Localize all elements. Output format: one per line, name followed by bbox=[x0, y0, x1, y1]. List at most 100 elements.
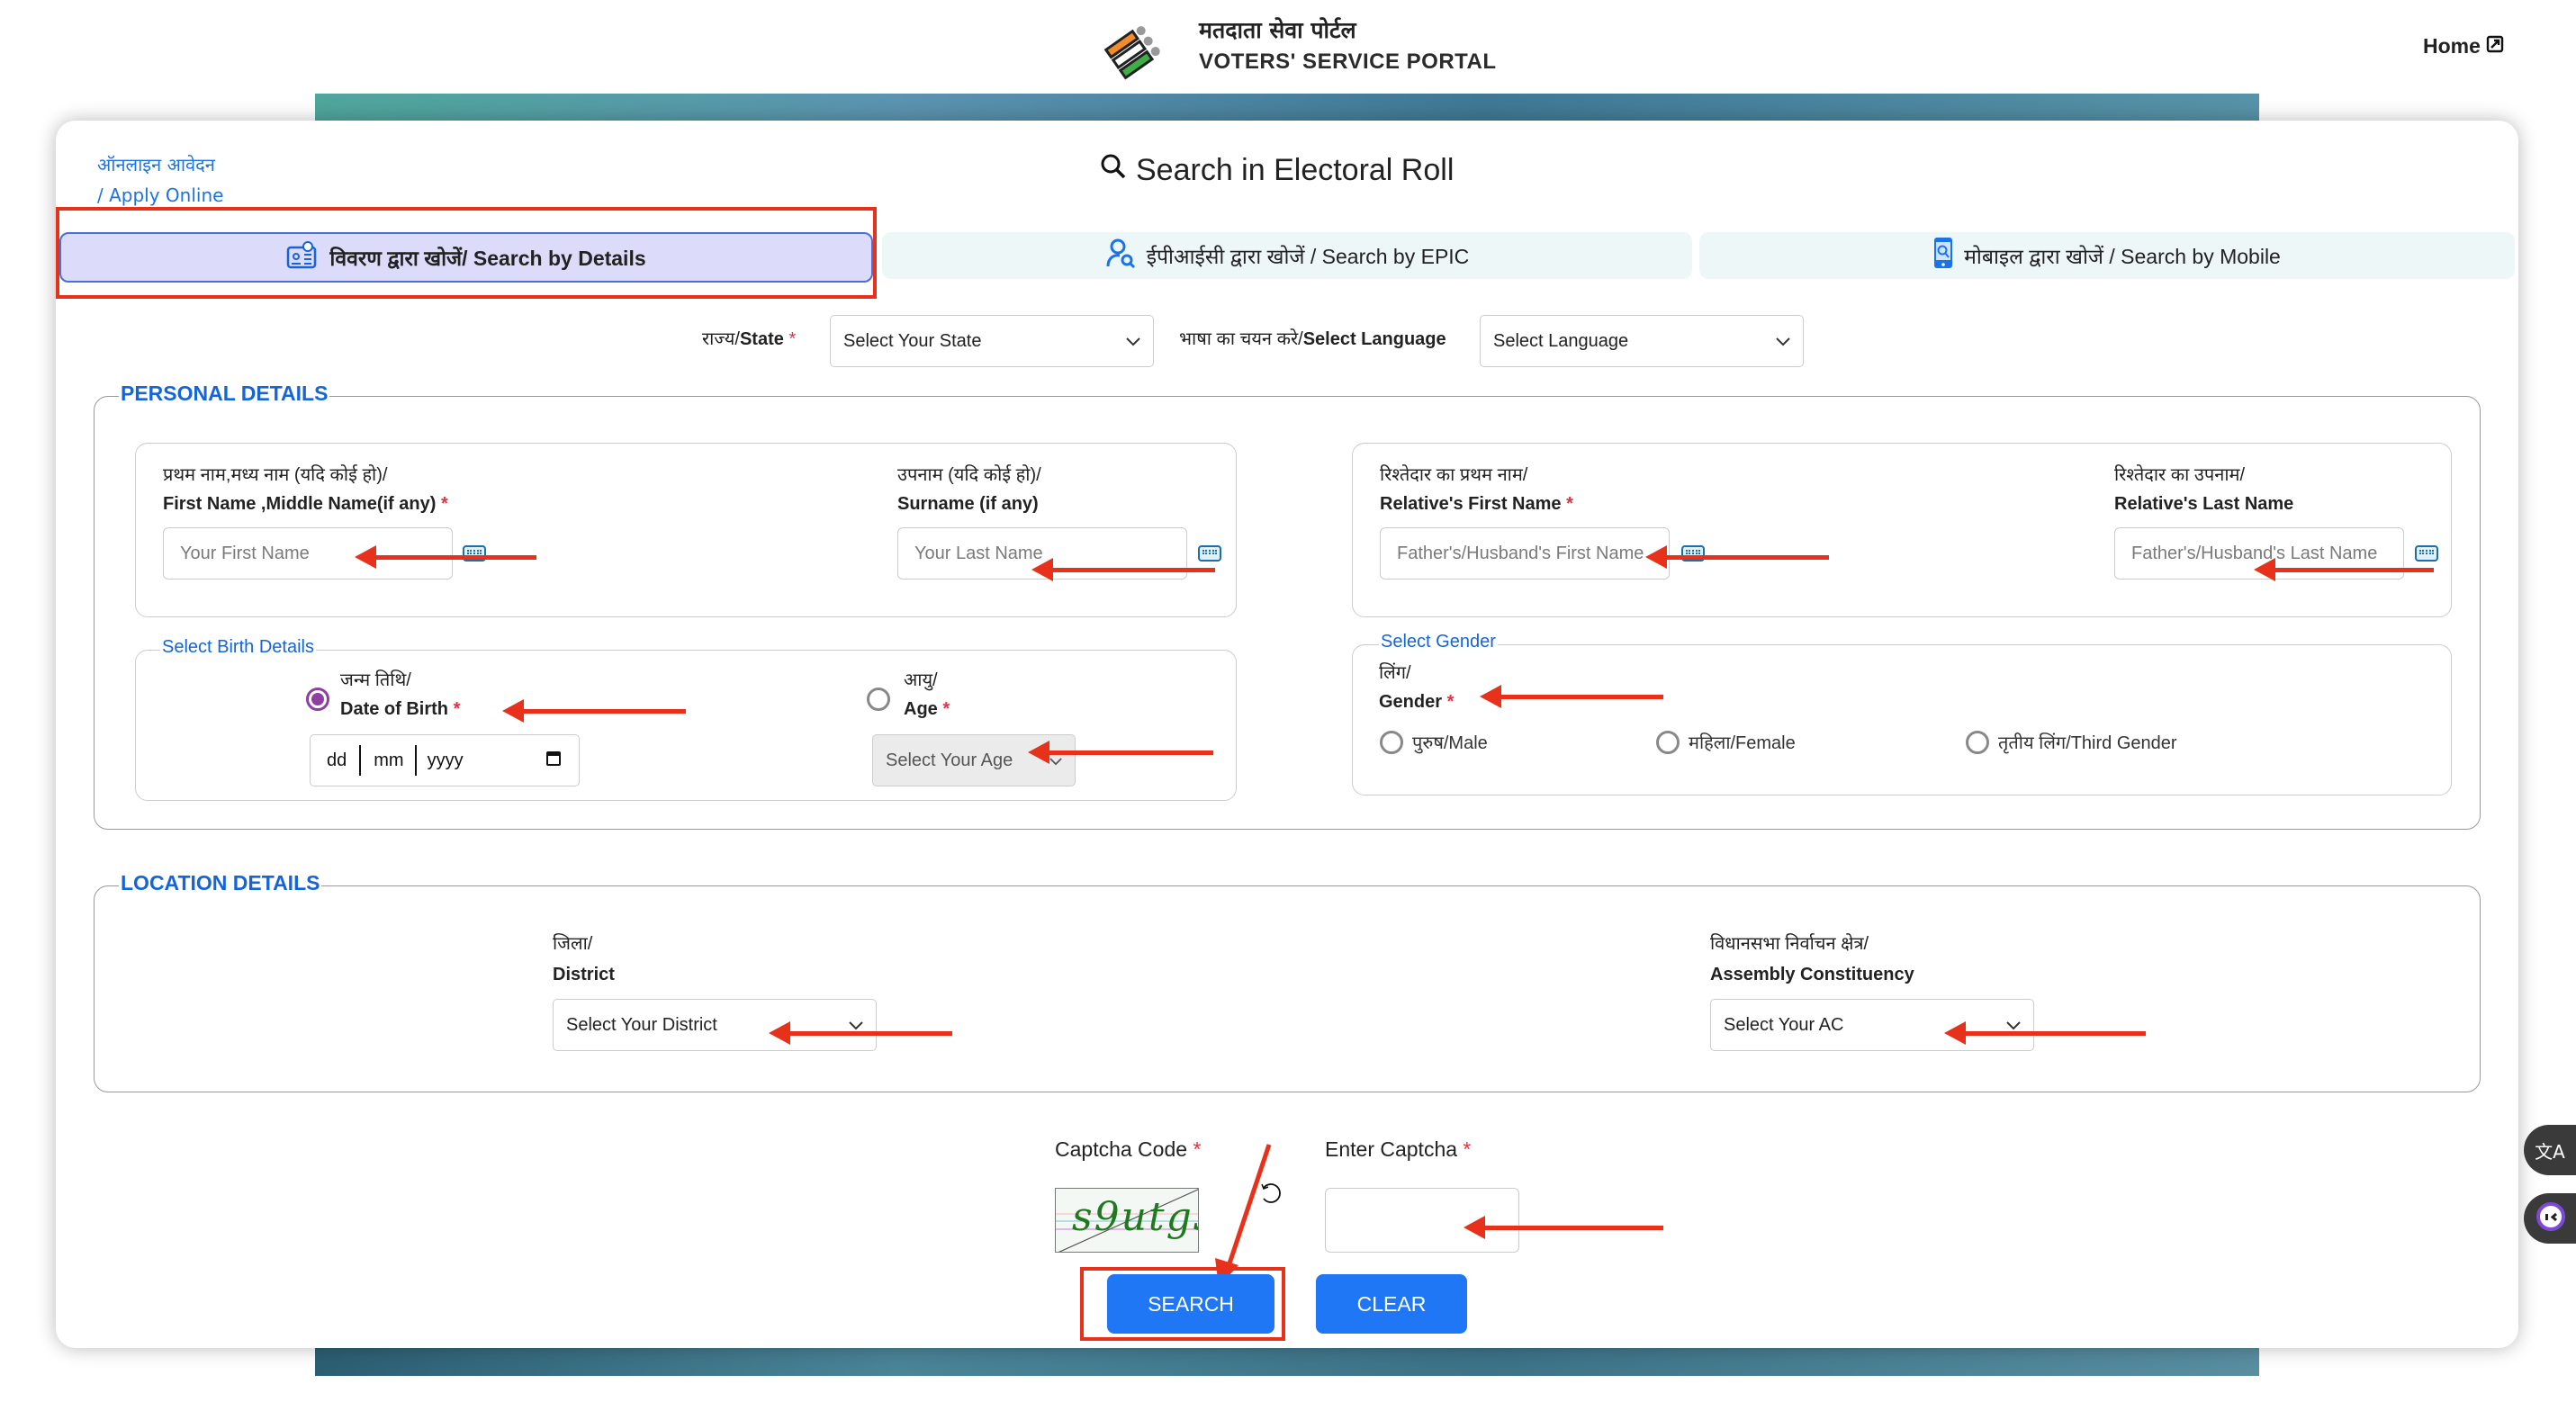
age-radio[interactable] bbox=[867, 688, 890, 711]
calendar-icon[interactable] bbox=[546, 750, 561, 771]
gender-option-label: तृतीय लिंग/Third Gender bbox=[1998, 733, 2177, 753]
dob-label-hi: जन्म तिथि/ bbox=[340, 670, 411, 690]
state-label-en: State bbox=[739, 329, 784, 349]
external-link-icon bbox=[2486, 34, 2504, 58]
annotation-highlight-box bbox=[1080, 1267, 1285, 1341]
state-select-value: Select Your State bbox=[843, 330, 982, 351]
dob-label-en: Date of Birth bbox=[340, 699, 448, 719]
virtual-keyboard-icon[interactable] bbox=[2415, 545, 2438, 562]
assistant-bot-icon bbox=[2536, 1201, 2565, 1236]
translate-button[interactable]: 文A bbox=[2524, 1125, 2576, 1175]
date-year[interactable]: yyyy bbox=[428, 750, 464, 771]
first-name-label-hi: प्रथम नाम,मध्य नाम (यदि कोई हो)/ bbox=[163, 465, 388, 485]
brand-title-english: VOTERS' SERVICE PORTAL bbox=[1199, 49, 1497, 74]
captcha-input[interactable] bbox=[1325, 1188, 1519, 1253]
required-marker: * bbox=[788, 329, 797, 349]
age-label-hi: आयु/ bbox=[904, 670, 938, 690]
gender-male-radio[interactable] bbox=[1380, 730, 1403, 754]
relative-last-label-hi: रिश्तेदार का उपनाम/ bbox=[2114, 465, 2246, 485]
dob-label: जन्म तिथि/ Date of Birth * bbox=[340, 666, 460, 723]
dob-date-input[interactable]: dd mm yyyy bbox=[310, 734, 580, 786]
tab-label: मोबाइल द्वारा खोजें / Search by Mobile bbox=[1964, 245, 2281, 268]
state-label: राज्य/State * bbox=[702, 326, 796, 350]
gender-option-label: पुरुष/Male bbox=[1412, 733, 1488, 753]
enter-captcha-label: Enter Captcha * bbox=[1325, 1137, 1471, 1162]
first-name-label-en: First Name ,Middle Name(if any) bbox=[163, 494, 437, 514]
date-separator bbox=[359, 745, 362, 776]
birth-details-legend: Select Birth Details bbox=[160, 637, 316, 658]
page-title-text: Search in Electoral Roll bbox=[1136, 153, 1455, 187]
annotation-arrow bbox=[1464, 1216, 1663, 1239]
ac-label-en: Assembly Constituency bbox=[1710, 965, 1914, 984]
annotation-arrow bbox=[502, 699, 686, 723]
gender-third-radio[interactable] bbox=[1966, 730, 1989, 754]
relative-last-name-label: रिश्तेदार का उपनाम/ Relative's Last Name bbox=[2114, 461, 2293, 518]
virtual-keyboard-icon[interactable] bbox=[1198, 545, 1221, 562]
mobile-search-icon bbox=[1933, 237, 1953, 274]
gender-label-hi: लिंग/ bbox=[1379, 663, 1411, 683]
annotation-arrow bbox=[769, 1021, 952, 1045]
banner-image-bottom bbox=[315, 1347, 2259, 1376]
tab-search-by-mobile[interactable]: मोबाइल द्वारा खोजें / Search by Mobile bbox=[1699, 232, 2515, 279]
dob-radio[interactable] bbox=[306, 688, 329, 711]
language-select[interactable]: Select Language bbox=[1480, 315, 1804, 367]
gender-label-en: Gender bbox=[1379, 692, 1443, 712]
gender-label: लिंग/ Gender * bbox=[1379, 659, 1454, 716]
annotation-arrow bbox=[1028, 741, 1213, 764]
ac-select[interactable]: Select Your AC bbox=[1710, 999, 2034, 1051]
eci-logo bbox=[1100, 13, 1172, 81]
search-icon bbox=[1100, 153, 1127, 188]
district-select-value: Select Your District bbox=[566, 1014, 717, 1035]
assistant-button[interactable] bbox=[2524, 1193, 2576, 1244]
translate-icon: 文A bbox=[2535, 1140, 2565, 1163]
relative-first-name-input[interactable]: Father's/Husband's First Name bbox=[1380, 527, 1670, 580]
gender-legend: Select Gender bbox=[1379, 632, 1498, 652]
date-day[interactable]: dd bbox=[327, 750, 347, 771]
clear-button[interactable]: CLEAR bbox=[1316, 1274, 1467, 1334]
language-select-value: Select Language bbox=[1493, 330, 1629, 351]
required-marker: * bbox=[1566, 494, 1573, 514]
date-month[interactable]: mm bbox=[374, 750, 403, 771]
gender-option-female[interactable]: महिला/Female bbox=[1656, 730, 1796, 754]
annotation-arrow bbox=[2254, 558, 2434, 581]
ac-select-value: Select Your AC bbox=[1724, 1014, 1844, 1035]
date-separator bbox=[414, 745, 417, 776]
relative-last-label-en: Relative's Last Name bbox=[2114, 494, 2294, 514]
chevron-down-icon bbox=[1776, 331, 1790, 352]
age-label-en: Age bbox=[904, 699, 938, 719]
surname-label: उपनाम (यदि कोई हो)/ Surname (if any) bbox=[897, 461, 1041, 518]
district-select[interactable]: Select Your District bbox=[553, 999, 877, 1051]
banner-image-top bbox=[315, 94, 2259, 122]
annotation-arrow bbox=[1480, 685, 1663, 708]
relative-first-label-en: Relative's First Name bbox=[1380, 494, 1562, 514]
brand-title-hindi: मतदाता सेवा पोर्टल bbox=[1199, 17, 1356, 43]
ac-label: विधानसभा निर्वाचन क्षेत्र/ Assembly Cons… bbox=[1710, 929, 1914, 990]
district-label: जिला/ District bbox=[553, 929, 615, 990]
annotation-arrow bbox=[1944, 1021, 2146, 1045]
captcha-code-label-text: Captcha Code bbox=[1055, 1137, 1188, 1161]
state-select[interactable]: Select Your State bbox=[830, 315, 1154, 367]
relative-first-name-label: रिश्तेदार का प्रथम नाम/ Relative's First… bbox=[1380, 461, 1573, 518]
tab-search-by-epic[interactable]: ईपीआईसी द्वारा खोजें / Search by EPIC bbox=[882, 232, 1692, 279]
location-details-legend: LOCATION DETAILS bbox=[119, 871, 322, 895]
location-details-fieldset bbox=[94, 885, 2481, 1092]
annotation-highlight-box bbox=[56, 207, 877, 299]
annotation-arrow bbox=[355, 545, 536, 569]
page-title: Search in Electoral Roll bbox=[1100, 153, 1454, 188]
captcha-text: s9utg3 bbox=[1072, 1194, 1198, 1240]
gender-option-third[interactable]: तृतीय लिंग/Third Gender bbox=[1966, 730, 2177, 754]
gender-option-male[interactable]: पुरुष/Male bbox=[1380, 730, 1488, 754]
required-marker: * bbox=[1446, 692, 1455, 712]
chevron-down-icon bbox=[1126, 331, 1140, 352]
gender-female-radio[interactable] bbox=[1656, 730, 1680, 754]
breadcrumb[interactable]: ऑनलाइन आवेदन / Apply Online bbox=[97, 149, 223, 211]
district-label-hi: जिला/ bbox=[553, 934, 593, 954]
user-search-icon bbox=[1105, 238, 1136, 274]
surname-label-en: Surname (if any) bbox=[897, 494, 1039, 514]
breadcrumb-apply-online[interactable]: / Apply Online bbox=[97, 180, 223, 211]
required-marker: * bbox=[1463, 1137, 1472, 1161]
breadcrumb-hindi[interactable]: ऑनलाइन आवेदन bbox=[97, 149, 223, 180]
home-link[interactable]: Home bbox=[2423, 34, 2504, 58]
first-name-input[interactable]: Your First Name bbox=[163, 527, 453, 580]
first-name-label: प्रथम नाम,मध्य नाम (यदि कोई हो)/ First N… bbox=[163, 461, 448, 518]
